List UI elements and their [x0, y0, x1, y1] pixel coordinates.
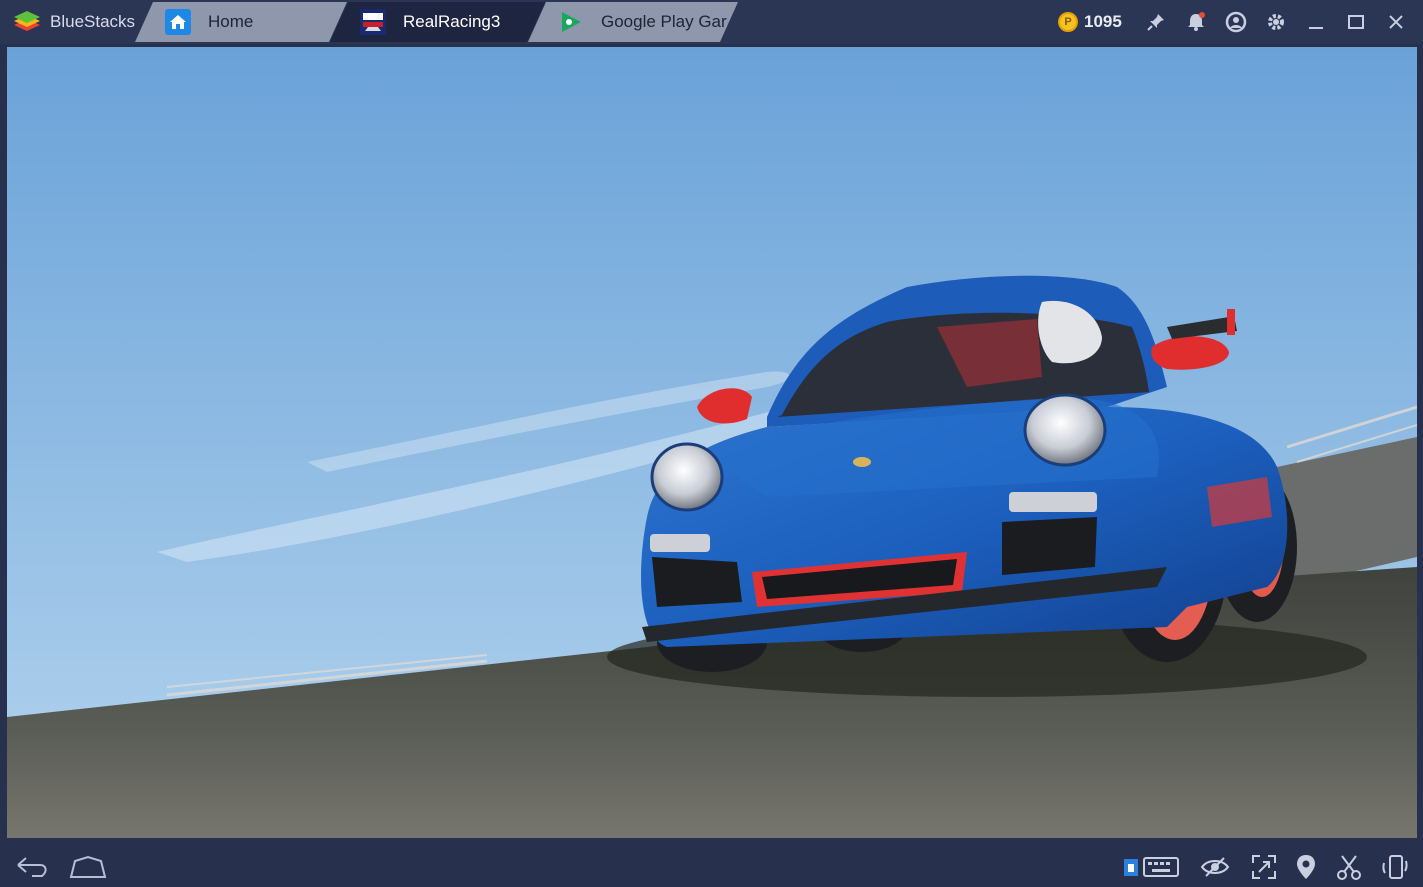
tab-label: RealRacing3 [403, 12, 501, 31]
account-icon[interactable] [1223, 9, 1249, 35]
bluestacks-logo-icon [14, 11, 40, 31]
tab-realracing3[interactable]: RealRacing3 [330, 2, 545, 42]
title-bar: BlueStacks Home RealRacing3 Google Play … [0, 0, 1423, 44]
keyboard-controls-icon[interactable] [1122, 852, 1180, 882]
notification-bell-icon[interactable] [1183, 9, 1209, 35]
rotate-device-icon[interactable] [1380, 852, 1410, 882]
coin-icon: P [1058, 12, 1078, 32]
coin-count: 1095 [1084, 12, 1122, 31]
tab-label: Google Play Gar [601, 12, 727, 31]
game-scene [7, 47, 1417, 838]
brand: BlueStacks [0, 0, 150, 44]
app-name: BlueStacks [50, 12, 136, 31]
google-play-games-icon [558, 9, 584, 35]
coin-balance[interactable]: P 1095 [1058, 10, 1122, 34]
home-icon [165, 9, 191, 35]
screenshot-scissors-icon[interactable] [1335, 852, 1363, 882]
location-icon[interactable] [1294, 852, 1318, 882]
game-viewport[interactable] [7, 47, 1417, 838]
home-icon[interactable] [68, 852, 108, 882]
fullscreen-icon[interactable] [1250, 852, 1278, 882]
minimize-icon[interactable] [1303, 9, 1329, 35]
tab-google-play-games[interactable]: Google Play Gar [528, 2, 738, 42]
back-icon[interactable] [12, 852, 50, 882]
realracing3-app-icon [360, 9, 386, 35]
maximize-icon[interactable] [1343, 9, 1369, 35]
eye-visibility-icon[interactable] [1200, 852, 1230, 882]
bottom-toolbar [0, 846, 1423, 887]
close-icon[interactable] [1383, 9, 1409, 35]
tab-home[interactable]: Home [135, 2, 347, 42]
pin-icon[interactable] [1143, 9, 1169, 35]
settings-gear-icon[interactable] [1263, 9, 1289, 35]
tab-label: Home [208, 12, 254, 31]
